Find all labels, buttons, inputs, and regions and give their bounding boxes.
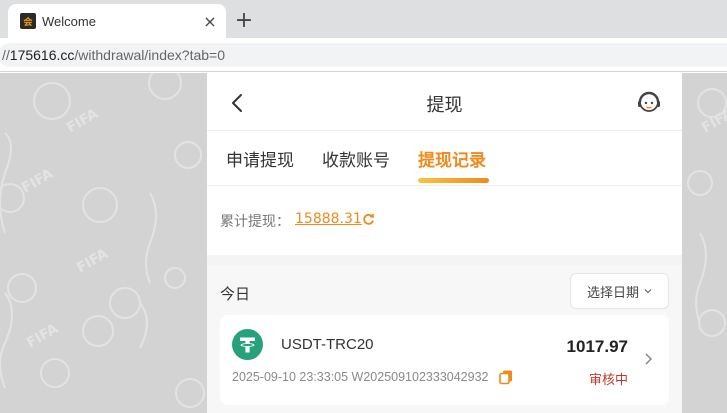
url-host: 175616.cc	[9, 47, 75, 63]
status-badge: 审核中	[588, 373, 628, 388]
page-header: 提现	[207, 73, 682, 131]
coin-name: USDT-TRC20	[281, 336, 374, 353]
address-bar: //175616.cc/withdrawal/index?tab=0	[0, 38, 727, 72]
today-label: 今日	[220, 285, 251, 303]
select-date-button[interactable]: 选择日期	[570, 273, 669, 309]
browser-tab-title: Welcome	[42, 13, 96, 29]
close-tab-icon[interactable]: ×	[200, 11, 220, 31]
url-scheme: //	[2, 47, 10, 63]
select-date-label: 选择日期	[586, 285, 639, 301]
withdrawal-record-card[interactable]: USDT-TRC20 1017.97 2025-09-10 23:33:05 W…	[220, 315, 669, 405]
tab-apply-withdrawal[interactable]: 申请提现	[226, 146, 294, 171]
url-path: /withdrawal/index?tab=0	[74, 47, 225, 63]
browser-tab[interactable]: 会 Welcome ×	[8, 4, 226, 38]
back-button[interactable]	[227, 91, 247, 115]
record-time-and-order-id: 2025-09-10 23:33:05 W202509102333042932	[232, 370, 489, 384]
chevron-right-icon	[645, 353, 653, 365]
withdrawal-tabs: 申请提现 收款账号 提现记录	[207, 132, 682, 186]
page-viewport: FIFA FIFA FIFA FIFA FIFA 提现 申请提现 收款账号 提现…	[0, 73, 727, 413]
tab-withdrawal-records[interactable]: 提现记录	[418, 146, 486, 171]
records-section: 今日 选择日期 USDT-TRC20 1017.97 2025-09-10 23…	[207, 265, 682, 413]
withdrawal-panel: 提现 申请提现 收款账号 提现记录 累计提现： 15888.31 今日 选择日期…	[207, 73, 682, 413]
tether-usdt-icon	[232, 329, 263, 360]
tab-payee-accounts[interactable]: 收款账号	[322, 146, 390, 171]
svg-text:FIFA: FIFA	[24, 321, 61, 352]
customer-service-button[interactable]	[637, 89, 661, 115]
url-input[interactable]: //175616.cc/withdrawal/index?tab=0	[0, 43, 727, 67]
withdrawal-summary: 累计提现： 15888.31	[207, 187, 682, 255]
total-withdrawn-value[interactable]: 15888.31	[295, 211, 362, 227]
copy-icon[interactable]	[498, 369, 514, 385]
browser-tabstrip: 会 Welcome × +	[0, 0, 727, 38]
svg-text:FIFA: FIFA	[699, 106, 727, 137]
chevron-left-icon	[232, 94, 242, 112]
total-withdrawn-label: 累计提现：	[220, 214, 290, 230]
svg-text:FIFA: FIFA	[64, 106, 101, 137]
svg-text:FIFA: FIFA	[74, 246, 111, 277]
refresh-icon[interactable]	[362, 213, 375, 226]
chevron-down-icon	[644, 289, 652, 294]
customer-service-icon	[638, 91, 660, 112]
withdrawal-amount: 1017.97	[566, 337, 628, 356]
new-tab-icon[interactable]: +	[232, 9, 256, 33]
page-title: 提现	[426, 95, 463, 116]
section-divider	[207, 255, 682, 265]
svg-text:FIFA: FIFA	[19, 166, 56, 197]
site-favicon-icon: 会	[20, 13, 36, 29]
active-tab-indicator	[418, 178, 489, 183]
